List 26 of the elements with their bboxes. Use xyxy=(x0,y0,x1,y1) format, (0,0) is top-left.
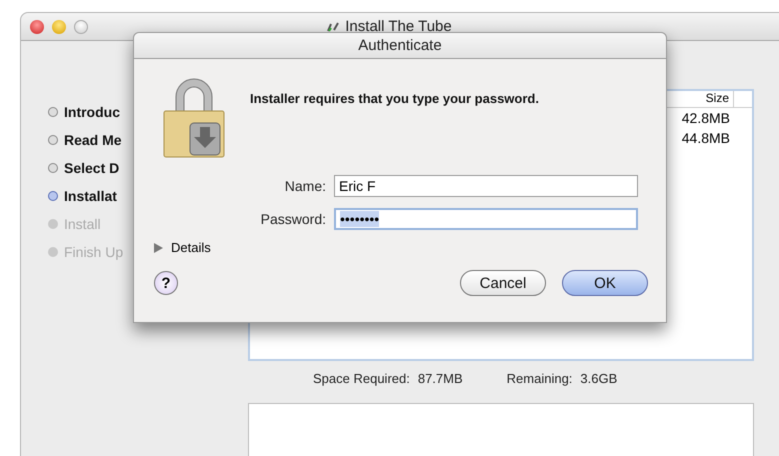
dialog-title: Authenticate xyxy=(134,33,666,59)
details-label[interactable]: Details xyxy=(171,240,211,255)
field-label: Password: xyxy=(260,211,326,227)
space-required-value: 87.7MB xyxy=(418,371,463,388)
step-label: Finish Up xyxy=(64,244,124,260)
table-cell-text: 42.8MB xyxy=(682,109,730,128)
step-label: Select D xyxy=(64,160,120,176)
step-label: Installat xyxy=(64,188,117,204)
step-label: Install xyxy=(64,216,101,232)
window-title: Install The Tube xyxy=(345,18,452,35)
remaining-value: 3.6GB xyxy=(580,371,618,388)
disclosure-triangle-icon[interactable] xyxy=(154,242,163,252)
zoom-button[interactable] xyxy=(74,20,88,34)
step-label: Read Me xyxy=(64,132,122,148)
ok-button[interactable]: OK xyxy=(562,270,648,296)
table-cell-text: 44.8MB xyxy=(682,129,730,148)
help-button[interactable]: ? xyxy=(154,271,178,295)
cancel-button[interactable]: Cancel xyxy=(460,270,546,296)
space-required-label: Space Required: xyxy=(313,371,410,388)
dialog-message: Installer requires that you type your password. xyxy=(250,90,539,108)
field-label: Name: xyxy=(284,178,326,194)
remaining-label: Remaining: xyxy=(506,371,572,388)
step-label: Introduc xyxy=(64,104,120,120)
name-field[interactable]: Eric F xyxy=(334,175,638,197)
password-field[interactable]: •••••••• xyxy=(334,208,638,230)
close-button[interactable] xyxy=(30,20,44,34)
